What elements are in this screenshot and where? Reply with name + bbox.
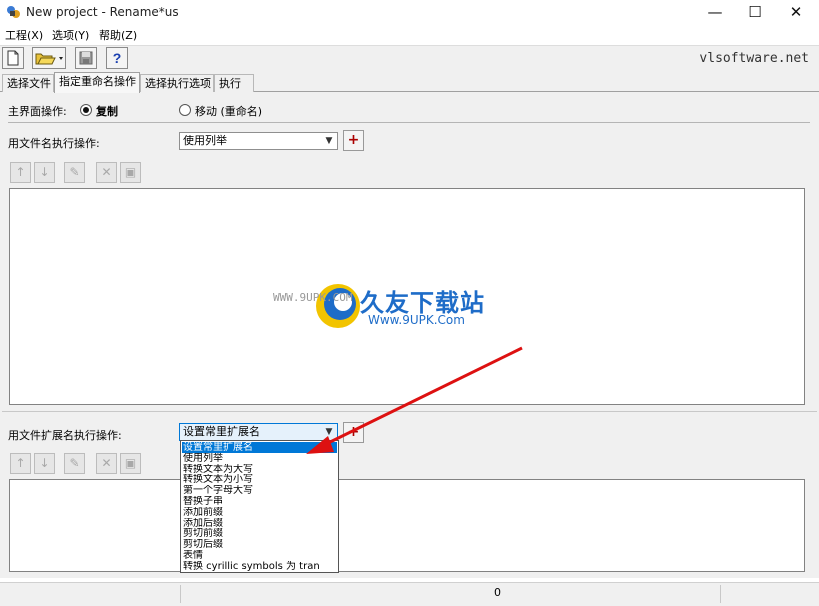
dropdown-option[interactable]: 替换子串: [182, 496, 337, 507]
ext-op-value: 设置常里扩展名: [183, 425, 260, 438]
tab-execute[interactable]: 执行: [214, 74, 254, 92]
tab-execute-options[interactable]: 选择执行选项: [140, 74, 214, 92]
radio-copy-label: 复制: [96, 105, 118, 118]
save-button[interactable]: [75, 47, 97, 69]
tab-select-files[interactable]: 选择文件: [2, 74, 54, 92]
open-project-button[interactable]: [32, 47, 66, 69]
brand-text: vlsoftware.net: [699, 51, 809, 66]
ext-delete-button[interactable]: ✕: [96, 453, 117, 474]
ext-edit-button[interactable]: ✎: [64, 453, 85, 474]
filename-op-combo[interactable]: 使用列举 ▼: [179, 132, 338, 150]
main-op-label: 主界面操作:: [8, 105, 67, 118]
add-filename-op-button[interactable]: +: [343, 130, 364, 151]
help-button[interactable]: ?: [106, 47, 128, 69]
dropdown-option[interactable]: 添加前缀: [182, 507, 337, 518]
arrow-down-icon: ↓: [39, 165, 50, 179]
radio-move-label: 移动 (重命名): [195, 105, 263, 118]
menu-help[interactable]: 帮助(Z): [99, 27, 137, 43]
watermark-url-left: WWW.9UPK.COM: [273, 291, 353, 304]
watermark-url: Www.9UPK.Com: [368, 313, 465, 327]
dropdown-option[interactable]: 使用列举: [182, 453, 337, 464]
close-button[interactable]: ✕: [773, 0, 819, 26]
radio-move[interactable]: [179, 104, 191, 116]
chevron-down-icon: ▼: [325, 136, 333, 146]
dropdown-option[interactable]: 转换 cyrillic symbols 为 tran: [182, 561, 337, 572]
properties-icon: ▣: [124, 165, 137, 179]
maximize-button[interactable]: ☐: [732, 0, 778, 26]
dropdown-option[interactable]: 设置常里扩展名: [182, 442, 337, 453]
pencil-icon: ✎: [69, 456, 80, 470]
dropdown-option[interactable]: 转换文本为小写: [182, 474, 337, 485]
ext-op-combo[interactable]: 设置常里扩展名 ▼: [179, 423, 338, 441]
ext-properties-button[interactable]: ▣: [120, 453, 141, 474]
help-icon: ?: [113, 50, 122, 66]
splitter[interactable]: [2, 411, 817, 412]
properties-icon: ▣: [124, 456, 137, 470]
pencil-icon: ✎: [69, 165, 80, 179]
move-down-button[interactable]: ↓: [34, 162, 55, 183]
menu-project[interactable]: 工程(X): [5, 27, 43, 43]
ext-move-up-button[interactable]: ↑: [10, 453, 31, 474]
dropdown-option[interactable]: 剪切前缀: [182, 528, 337, 539]
arrow-up-icon: ↑: [15, 165, 26, 179]
dropdown-option[interactable]: 剪切后缀: [182, 539, 337, 550]
chevron-down-icon: ▼: [325, 427, 333, 437]
status-count: 0: [494, 586, 501, 599]
tab-rename-operations[interactable]: 指定重命名操作: [54, 72, 140, 93]
status-divider: [720, 585, 721, 603]
filename-op-value: 使用列举: [183, 134, 227, 147]
delete-x-icon: ✕: [101, 165, 112, 179]
divider: [8, 122, 810, 123]
window-title: New project - Rename*us: [26, 5, 179, 19]
ext-op-label: 用文件扩展名执行操作:: [8, 429, 122, 442]
folder-open-icon: [35, 53, 63, 65]
move-up-button[interactable]: ↑: [10, 162, 31, 183]
menu-options[interactable]: 选项(Y): [52, 27, 89, 43]
new-file-icon: [7, 50, 19, 66]
svg-text:?: ?: [113, 50, 122, 66]
new-project-button[interactable]: [2, 47, 24, 69]
arrow-up-icon: ↑: [15, 456, 26, 470]
ext-op-dropdown[interactable]: 设置常里扩展名 使用列举 转换文本为大写 转换文本为小写 第一个字母大写 替换子串 添加前缀…: [180, 440, 339, 573]
add-ext-op-button[interactable]: +: [343, 422, 364, 443]
properties-button[interactable]: ▣: [120, 162, 141, 183]
ext-move-down-button[interactable]: ↓: [34, 453, 55, 474]
app-icon: [7, 6, 20, 18]
dropdown-option[interactable]: 转换文本为大写: [182, 464, 337, 475]
delete-button[interactable]: ✕: [96, 162, 117, 183]
dropdown-option[interactable]: 表情: [182, 550, 337, 561]
status-divider: [180, 585, 181, 603]
radio-copy[interactable]: [80, 104, 92, 116]
dropdown-option[interactable]: 第一个字母大写: [182, 485, 337, 496]
filename-op-label: 用文件名执行操作:: [8, 137, 100, 150]
edit-button[interactable]: ✎: [64, 162, 85, 183]
dropdown-option[interactable]: 添加后缀: [182, 518, 337, 529]
watermark-logo-icon: [316, 284, 360, 328]
arrow-down-icon: ↓: [39, 456, 50, 470]
save-disk-icon: [79, 51, 93, 65]
ext-ops-list[interactable]: [9, 479, 805, 572]
status-bar: [0, 582, 819, 606]
delete-x-icon: ✕: [101, 456, 112, 470]
